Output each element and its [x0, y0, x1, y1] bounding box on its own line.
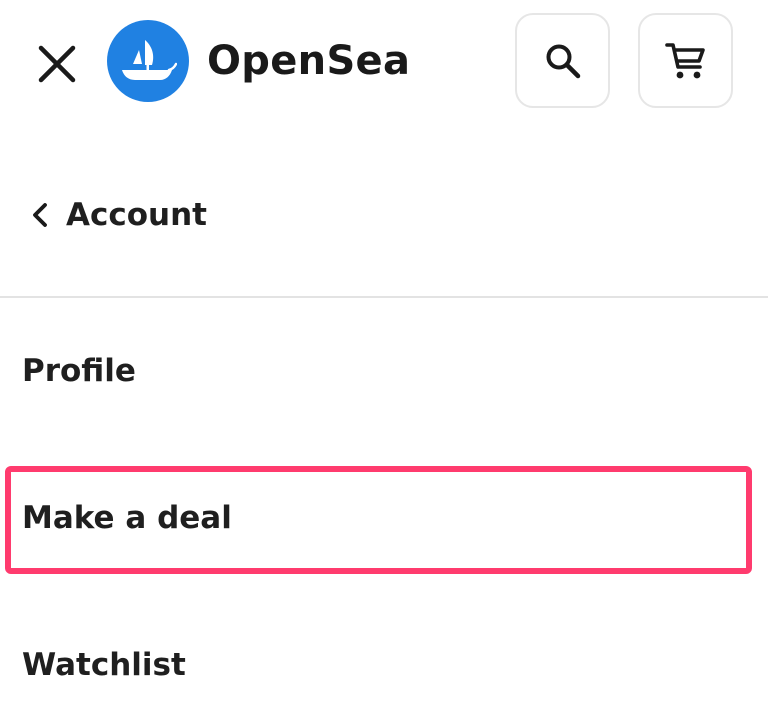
divider	[0, 296, 768, 298]
cart-icon	[664, 42, 705, 78]
back-label: Account	[66, 197, 207, 233]
back-to-account[interactable]: Account	[20, 185, 207, 245]
top-header: OpenSea	[0, 0, 768, 125]
search-button[interactable]	[515, 13, 610, 108]
menu-item-profile[interactable]: Profile	[0, 336, 768, 406]
opensea-logo[interactable]	[107, 20, 189, 102]
brand-name[interactable]: OpenSea	[207, 34, 410, 88]
menu-item-watchlist[interactable]: Watchlist	[0, 630, 768, 700]
cart-button[interactable]	[638, 13, 733, 108]
menu-item-make-a-deal[interactable]: Make a deal	[0, 483, 768, 553]
menu-item-label: Profile	[22, 353, 136, 389]
menu-item-label: Make a deal	[22, 500, 232, 536]
chevron-left-icon	[33, 203, 47, 227]
close-button[interactable]	[30, 37, 84, 91]
close-icon	[38, 45, 76, 83]
opensea-ship-icon	[122, 40, 177, 80]
search-icon	[546, 44, 580, 78]
menu-item-label: Watchlist	[22, 647, 186, 683]
